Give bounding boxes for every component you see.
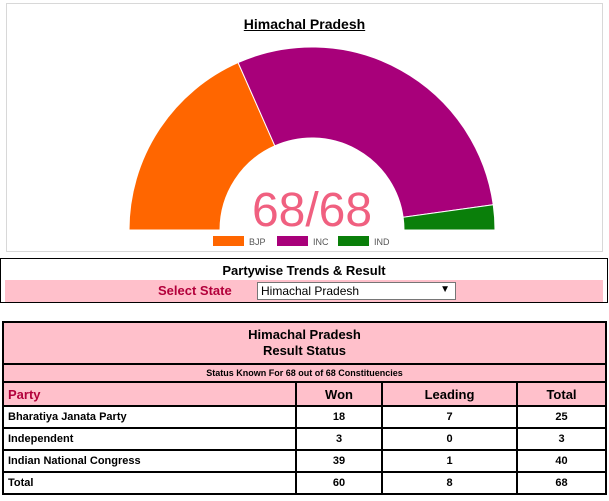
table-heading: Result Status — [262, 343, 347, 358]
total-cell: 25 — [516, 405, 607, 429]
leading-cell: 7 — [381, 405, 518, 429]
column-header-party: Party — [2, 381, 297, 407]
selector-row: Select State Himachal Pradesh ▼ — [5, 280, 603, 302]
result-table: Himachal Pradesh Result Status Status Kn… — [2, 321, 607, 495]
leading-cell: 0 — [381, 427, 518, 451]
legend-swatch-bjp — [213, 236, 244, 246]
won-cell: 39 — [295, 449, 383, 473]
table-total-row: Total 60 8 68 — [2, 471, 607, 495]
state-select[interactable]: Himachal Pradesh ▼ — [257, 282, 456, 300]
total-cell: 3 — [516, 427, 607, 451]
total-cell: 68 — [516, 471, 607, 495]
semi-donut-chart: 68/68 BJP INC IND — [128, 46, 496, 247]
table-title: Himachal Pradesh Result Status — [2, 321, 607, 365]
chart-panel: Himachal Pradesh 68/68 BJP INC IND — [6, 3, 603, 252]
column-header-leading: Leading — [381, 381, 518, 407]
legend-swatch-inc — [277, 236, 308, 246]
state-select-value: Himachal Pradesh — [261, 284, 360, 298]
won-cell: 3 — [295, 427, 383, 451]
party-cell: Total — [2, 471, 297, 495]
column-header-total: Total — [516, 381, 607, 407]
table-row: Independent 3 0 3 — [2, 427, 607, 451]
table-row: Indian National Congress 39 1 40 — [2, 449, 607, 473]
table-row: Bharatiya Janata Party 18 7 25 — [2, 405, 607, 429]
state-selector-panel: Partywise Trends & Result Select State H… — [0, 258, 608, 303]
center-label: 68/68 — [252, 184, 372, 237]
won-cell: 18 — [295, 405, 383, 429]
leading-cell: 8 — [381, 471, 518, 495]
column-header-won: Won — [295, 381, 383, 407]
table-state-name: Himachal Pradesh — [248, 327, 361, 342]
legend-label-inc: INC — [313, 237, 329, 247]
select-state-label: Select State — [158, 283, 232, 298]
won-cell: 60 — [295, 471, 383, 495]
total-cell: 40 — [516, 449, 607, 473]
chevron-down-icon: ▼ — [440, 284, 450, 295]
leading-cell: 1 — [381, 449, 518, 473]
status-text: Status Known For 68 out of 68 Constituen… — [2, 363, 607, 383]
legend-label-bjp: BJP — [249, 237, 266, 247]
party-cell: Bharatiya Janata Party — [2, 405, 297, 429]
selector-title: Partywise Trends & Result — [222, 263, 386, 278]
legend-swatch-ind — [338, 236, 369, 246]
party-cell: Independent — [2, 427, 297, 451]
party-cell: Indian National Congress — [2, 449, 297, 473]
legend-label-ind: IND — [374, 237, 390, 247]
